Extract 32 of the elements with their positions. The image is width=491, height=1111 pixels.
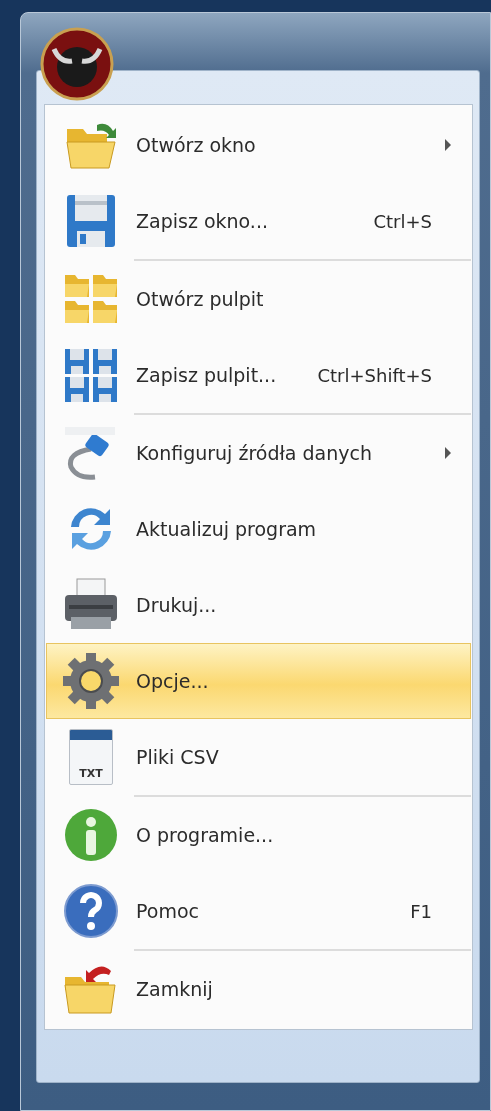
menu-item[interactable]: TXT Pliki CSV [46, 719, 471, 795]
menu-item[interactable]: Zapisz pulpit... Ctrl+Shift+S [46, 337, 471, 413]
menu-item-label: Opcje... [136, 670, 209, 692]
menu-item-label: Pomoc [136, 900, 199, 922]
submenu-arrow-icon [444, 139, 452, 151]
menu-item-label: Pliki CSV [136, 746, 219, 768]
help-icon [61, 881, 121, 941]
submenu-arrow-icon [444, 447, 452, 459]
menu-item-label: Otwórz okno [136, 134, 256, 156]
shortcut-text: Ctrl+S [373, 210, 432, 232]
menu-item[interactable]: Aktualizuj program [46, 491, 471, 567]
shortcut-text: F1 [410, 900, 432, 922]
menu-item[interactable]: Otwórz pulpit [46, 261, 471, 337]
menu-item[interactable]: O programie... [46, 797, 471, 873]
menu-item[interactable]: Konfiguruj źródła danych [46, 415, 471, 491]
menu-item[interactable]: Pomoc F1 [46, 873, 471, 949]
menu-item-label: O programie... [136, 824, 274, 846]
shortcut-text: Ctrl+Shift+S [317, 364, 432, 386]
menu-item-label: Zapisz okno... [136, 210, 268, 232]
gear-icon [61, 651, 121, 711]
menu-item[interactable]: Zapisz okno... Ctrl+S [46, 183, 471, 259]
text-file-icon: TXT [69, 729, 113, 785]
menu-item-label: Aktualizuj program [136, 518, 317, 540]
menu-item-label: Zapisz pulpit... [136, 364, 277, 386]
menu-item[interactable]: Otwórz okno [46, 107, 471, 183]
menu-item-label: Drukuj... [136, 594, 217, 616]
menu-item-label: Zamknij [136, 978, 213, 1000]
menu-item[interactable]: Opcje... [46, 643, 471, 719]
menu-item[interactable]: Drukuj... [46, 567, 471, 643]
menu-item-label: Otwórz pulpit [136, 288, 264, 310]
menu-item-label: Konfiguruj źródła danych [136, 442, 373, 464]
menu-item[interactable]: Zamknij [46, 951, 471, 1027]
